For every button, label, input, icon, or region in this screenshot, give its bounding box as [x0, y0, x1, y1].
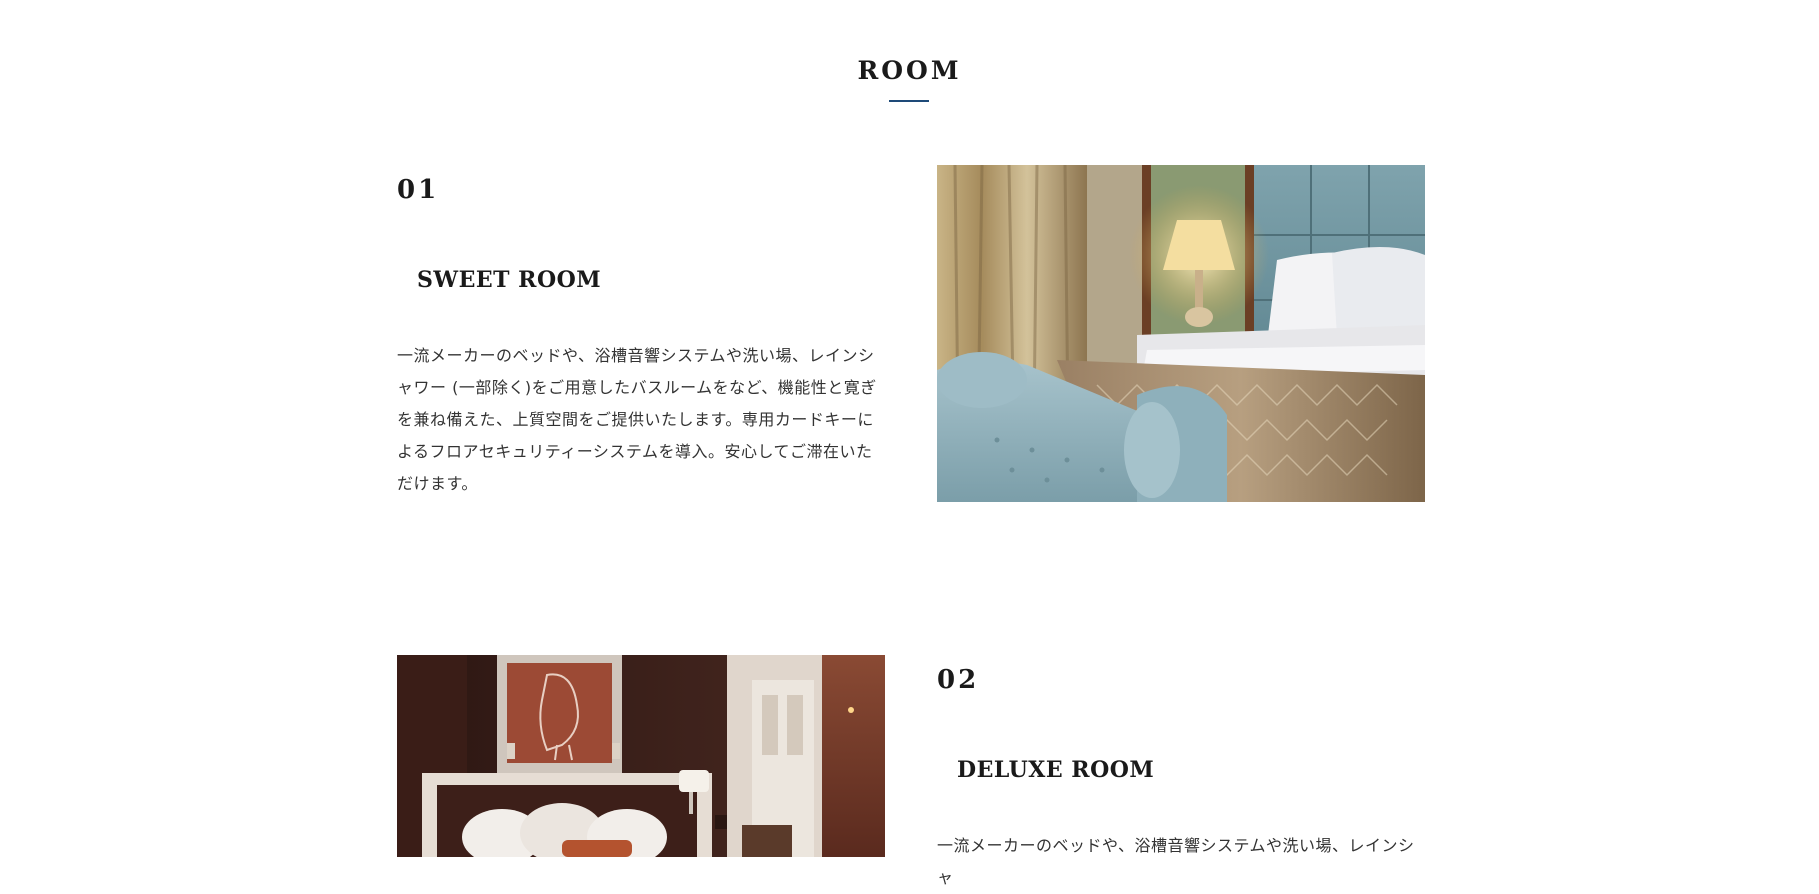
room-photo-sweet [937, 165, 1425, 502]
room-photo-deluxe [397, 655, 885, 857]
room-number: 02 [937, 665, 980, 695]
hotel-bed-photo-icon [937, 165, 1425, 502]
room-description: 一流メーカーのベッドや、浴槽音響システムや洗い場、レインシャ [937, 836, 1415, 887]
hotel-room-photo-icon [397, 655, 885, 857]
room-name: DELUXE ROOM [957, 757, 1155, 783]
room-name: SWEET ROOM [417, 267, 602, 293]
room-number: 01 [397, 175, 440, 205]
title-underline [889, 100, 929, 102]
room-description: 一流メーカーのベッドや、浴槽音響システムや洗い場、レインシャワー (一部除く)を… [397, 346, 877, 493]
section-title: ROOM [857, 56, 962, 85]
